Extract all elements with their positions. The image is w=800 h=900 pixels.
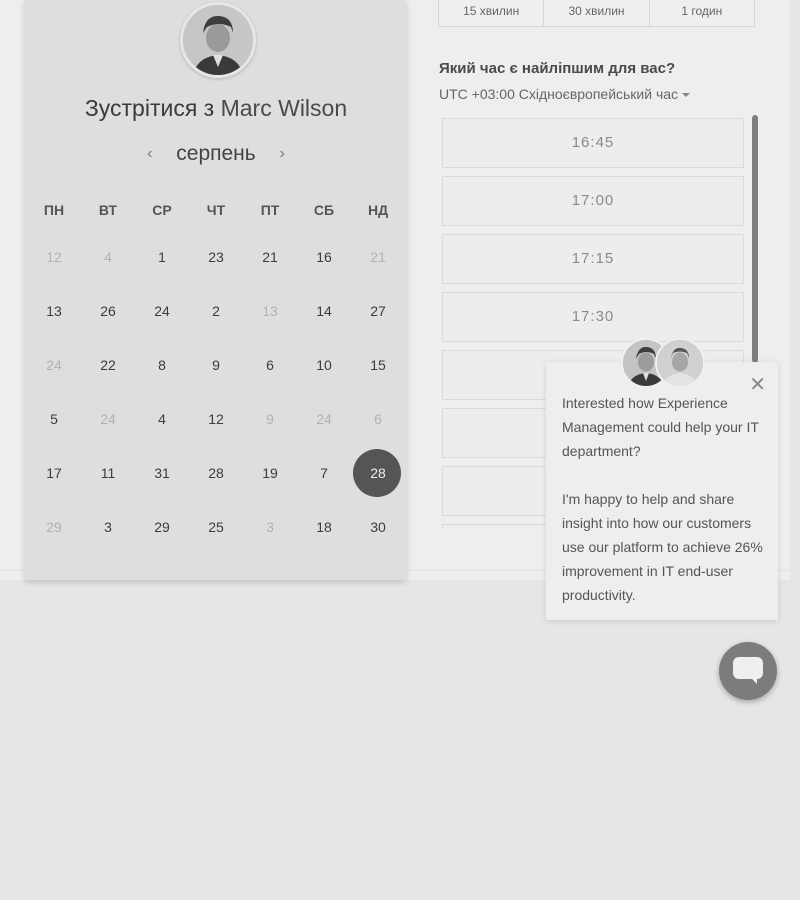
caret-down-icon [682, 93, 691, 98]
calendar-day[interactable]: 23 [189, 230, 243, 284]
calendar-day[interactable]: 29 [135, 500, 189, 554]
calendar-day[interactable]: 27 [351, 284, 405, 338]
calendar-day[interactable]: 1 [135, 230, 189, 284]
timezone-label: UTC +03:00 Східноєвропейський час [439, 86, 679, 102]
calendar-day[interactable]: 7 [297, 446, 351, 500]
duration-tabs: 15 хвилин 30 хвилин 1 годин [438, 0, 755, 27]
host-name: Marc Wilson [220, 95, 348, 121]
calendar-day[interactable]: 24 [135, 284, 189, 338]
agent-avatar [655, 338, 705, 388]
calendar-day[interactable]: 14 [297, 284, 351, 338]
calendar-day: 12 [46, 249, 62, 265]
weekday-label: СР [152, 202, 172, 218]
calendar-day[interactable]: 30 [351, 500, 405, 554]
duration-30min-tab[interactable]: 30 хвилин [544, 0, 650, 26]
calendar-grid: ПН ВТ СР ЧТ ПТ СБ НД 12 4 1 23 21 16 21 13 26 24 2… [27, 190, 405, 554]
duration-1h-tab[interactable]: 1 годин [650, 0, 754, 26]
calendar-day[interactable]: 4 [135, 392, 189, 446]
calendar-week-row: 13 26 24 2 13 14 27 [27, 284, 405, 338]
calendar-day[interactable]: 26 [81, 284, 135, 338]
calendar-week-row: 29 3 29 25 3 18 30 [27, 500, 405, 554]
calendar-day[interactable]: 15 [351, 338, 405, 392]
month-navigation: ‹ серпень › [0, 142, 432, 166]
calendar-day[interactable]: 25 [189, 500, 243, 554]
calendar-day: 9 [266, 411, 274, 427]
calendar-weeks: 12 4 1 23 21 16 21 13 26 24 2 13 14 27 24 22 8 9 6 10 15 5 24 4… [27, 230, 405, 554]
calendar-day[interactable]: 10 [297, 338, 351, 392]
weekday-header: ПН ВТ СР ЧТ ПТ СБ НД [27, 190, 405, 230]
calendar-day[interactable]: 17 [27, 446, 81, 500]
chat-message: Interested how Experience Management cou… [562, 391, 764, 631]
calendar-day[interactable]: 9 [189, 338, 243, 392]
calendar-day: 21 [370, 249, 386, 265]
time-slot[interactable]: 17:30 [442, 292, 744, 342]
month-label: серпень [176, 142, 256, 165]
calendar-day: 4 [104, 249, 112, 265]
calendar-day: 24 [46, 357, 62, 373]
chat-message-line-2: I'm happy to help and share insight into… [562, 491, 763, 603]
calendar-week-row: 17 11 31 28 19 7 28 [27, 446, 405, 500]
chat-message-line-1: Interested how Experience Management cou… [562, 395, 759, 459]
weekday-label: ЧТ [206, 202, 226, 218]
calendar-day-number: 28 [370, 465, 386, 481]
calendar-day[interactable]: 31 [135, 446, 189, 500]
page-title: Зустрітися з Marc Wilson [0, 95, 432, 122]
calendar-day[interactable]: 2 [189, 284, 243, 338]
chat-launcher-button[interactable] [719, 642, 777, 700]
chat-agent-avatars [621, 338, 705, 388]
calendar-day[interactable]: 3 [81, 500, 135, 554]
calendar-day[interactable]: 19 [243, 446, 297, 500]
time-slot-scrollbar[interactable] [752, 115, 758, 363]
time-slot[interactable]: 16:45 [442, 118, 744, 168]
calendar-day[interactable]: 22 [81, 338, 135, 392]
calendar-day[interactable]: 16 [297, 230, 351, 284]
chat-bubble-tail [749, 676, 757, 684]
calendar-day: 3 [266, 519, 274, 535]
timezone-dropdown[interactable]: UTC +03:00 Східноєвропейський час [439, 86, 691, 102]
calendar-day-selected[interactable]: 28 [351, 446, 405, 500]
calendar-day[interactable]: 6 [243, 338, 297, 392]
calendar-day[interactable]: 13 [27, 284, 81, 338]
calendar-day: 13 [262, 303, 278, 319]
calendar-day[interactable]: 18 [297, 500, 351, 554]
chat-popup: ✕ Interested how Experience Management c… [546, 362, 778, 620]
weekday-label: СБ [313, 202, 335, 218]
calendar-day: 24 [100, 411, 116, 427]
calendar-day[interactable]: 28 [189, 446, 243, 500]
calendar-day: 6 [374, 411, 382, 427]
chevron-right-icon[interactable]: › [272, 145, 292, 163]
calendar-day[interactable]: 5 [27, 392, 81, 446]
calendar-day: 29 [46, 519, 62, 535]
calendar-week-row: 12 4 1 23 21 16 21 [27, 230, 405, 284]
weekday-label: НД [367, 202, 389, 218]
calendar-day[interactable]: 12 [189, 392, 243, 446]
chat-bubble-icon [733, 657, 763, 679]
time-question: Який час є найліпшим для вас? [439, 60, 676, 77]
time-slot[interactable]: 17:00 [442, 176, 744, 226]
time-slot[interactable]: 17:15 [442, 234, 744, 284]
weekday-label: ПТ [260, 202, 280, 218]
calendar-week-row: 5 24 4 12 9 24 6 [27, 392, 405, 446]
title-prefix: Зустрітися з [84, 95, 215, 121]
calendar-day[interactable]: 21 [243, 230, 297, 284]
chevron-left-icon[interactable]: ‹ [140, 145, 160, 163]
calendar-week-row: 24 22 8 9 6 10 15 [27, 338, 405, 392]
calendar-day: 24 [316, 411, 332, 427]
calendar-day[interactable]: 8 [135, 338, 189, 392]
weekday-label: ПН [43, 202, 65, 218]
duration-15min-tab[interactable]: 15 хвилин [439, 0, 545, 26]
calendar-day[interactable]: 11 [81, 446, 135, 500]
weekday-label: ВТ [98, 202, 118, 218]
host-avatar [180, 2, 256, 78]
